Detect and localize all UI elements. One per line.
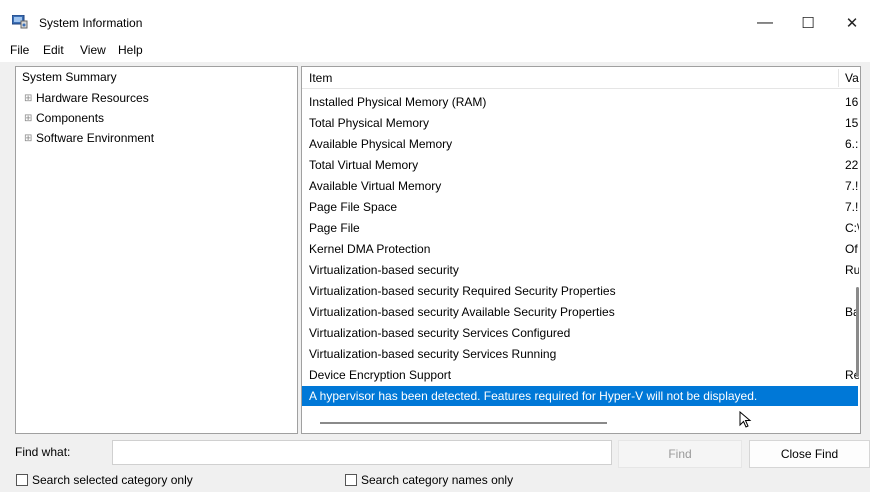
close-find-button[interactable]: Close Find (749, 440, 870, 468)
row-item: Virtualization-based security (309, 263, 459, 277)
close-button[interactable]: ✕ (832, 8, 870, 38)
row-value: 22 (845, 158, 859, 172)
table-row[interactable]: Device Encryption Support Re (302, 365, 859, 385)
horizontal-scrollbar-thumb[interactable] (320, 422, 607, 424)
vertical-scrollbar-thumb[interactable] (856, 287, 859, 377)
row-item: A hypervisor has been detected. Features… (309, 389, 758, 403)
row-item: Virtualization-based security Services R… (309, 347, 557, 361)
search-selected-category-checkbox[interactable] (16, 474, 28, 486)
title-bar: System Information — ☐ ✕ (0, 0, 870, 40)
find-what-label: Find what: (15, 445, 71, 459)
window-title: System Information (39, 16, 143, 30)
row-item: Page File Space (309, 200, 398, 214)
table-row[interactable]: Available Virtual Memory 7.! (302, 176, 858, 196)
row-value: 15 (845, 116, 859, 130)
row-item: Total Virtual Memory (309, 158, 419, 172)
row-value: Ru (845, 263, 859, 277)
row-item: Installed Physical Memory (RAM) (309, 95, 487, 109)
row-value: C:\ (845, 221, 859, 235)
menu-edit[interactable]: Edit (43, 43, 64, 57)
table-row[interactable]: Available Physical Memory 6.: (302, 134, 858, 154)
row-value: 6.: (845, 137, 859, 151)
row-value: 16 (845, 95, 859, 109)
system-information-icon (12, 15, 28, 29)
column-header-item[interactable]: Item (309, 71, 332, 85)
tree-item-software-environment[interactable]: ⊞ Software Environment (24, 131, 154, 145)
tree-item-components[interactable]: ⊞ Components (24, 111, 104, 125)
details-list[interactable]: Item Va Installed Physical Memory (RAM) 1… (301, 66, 861, 434)
expand-icon[interactable]: ⊞ (24, 133, 36, 144)
category-tree[interactable]: System Summary ⊞ Hardware Resources ⊞ Co… (15, 66, 298, 434)
tree-item-label: Hardware Resources (36, 91, 149, 105)
tree-item-hardware-resources[interactable]: ⊞ Hardware Resources (24, 91, 149, 105)
table-row[interactable]: Virtualization-based security Required S… (302, 281, 842, 301)
search-category-names-option[interactable]: Search category names only (345, 473, 513, 487)
row-item: Total Physical Memory (309, 116, 430, 130)
search-category-names-checkbox[interactable] (345, 474, 357, 486)
tree-item-label: Software Environment (36, 131, 155, 145)
search-selected-category-label: Search selected category only (32, 473, 193, 487)
expand-icon[interactable]: ⊞ (24, 93, 36, 104)
search-selected-category-option[interactable]: Search selected category only (16, 473, 193, 487)
search-category-names-label: Search category names only (361, 473, 514, 487)
row-item: Device Encryption Support (309, 368, 452, 382)
table-row[interactable]: Virtualization-based security Ru (302, 260, 859, 280)
menu-file[interactable]: File (10, 43, 29, 57)
maximize-button[interactable]: ☐ (788, 8, 828, 38)
row-item: Virtualization-based security Services C… (309, 326, 571, 340)
table-row[interactable]: Virtualization-based security Services C… (302, 323, 842, 343)
row-item: Virtualization-based security Required S… (309, 284, 616, 298)
tree-item-label: Components (36, 111, 105, 125)
row-item: Page File (309, 221, 360, 235)
row-value: 7.! (845, 179, 859, 193)
table-row[interactable]: Page File C:\ (302, 218, 859, 238)
row-item: Available Physical Memory (309, 137, 453, 151)
row-item: Available Virtual Memory (309, 179, 442, 193)
table-row[interactable]: Installed Physical Memory (RAM) 16 (302, 92, 858, 112)
row-item: Kernel DMA Protection (309, 242, 431, 256)
table-row[interactable]: Virtualization-based security Services R… (302, 344, 842, 364)
column-header-value[interactable]: Va (845, 71, 859, 85)
menu-view[interactable]: View (80, 43, 106, 57)
column-divider[interactable] (838, 69, 839, 87)
row-value: Of (845, 242, 858, 256)
table-row[interactable]: Page File Space 7.! (302, 197, 858, 217)
menu-help[interactable]: Help (118, 43, 143, 57)
row-value: 7.! (845, 200, 859, 214)
mouse-cursor-icon (739, 411, 752, 428)
minimize-button[interactable]: — (745, 8, 785, 38)
table-row-selected[interactable]: A hypervisor has been detected. Features… (302, 386, 858, 406)
table-row[interactable]: Total Physical Memory 15 (302, 113, 858, 133)
expand-icon[interactable]: ⊞ (24, 113, 36, 124)
table-row[interactable]: Kernel DMA Protection Of (302, 239, 858, 259)
table-row[interactable]: Total Virtual Memory 22 (302, 155, 858, 175)
row-item: Virtualization-based security Available … (309, 305, 615, 319)
column-header-row: Item Va (302, 67, 860, 89)
menu-bar: File Edit View Help (0, 40, 870, 62)
tree-item-system-summary[interactable]: System Summary (22, 70, 117, 84)
find-button[interactable]: Find (618, 440, 742, 468)
find-what-input[interactable] (112, 440, 612, 465)
table-row[interactable]: Virtualization-based security Available … (302, 302, 859, 322)
